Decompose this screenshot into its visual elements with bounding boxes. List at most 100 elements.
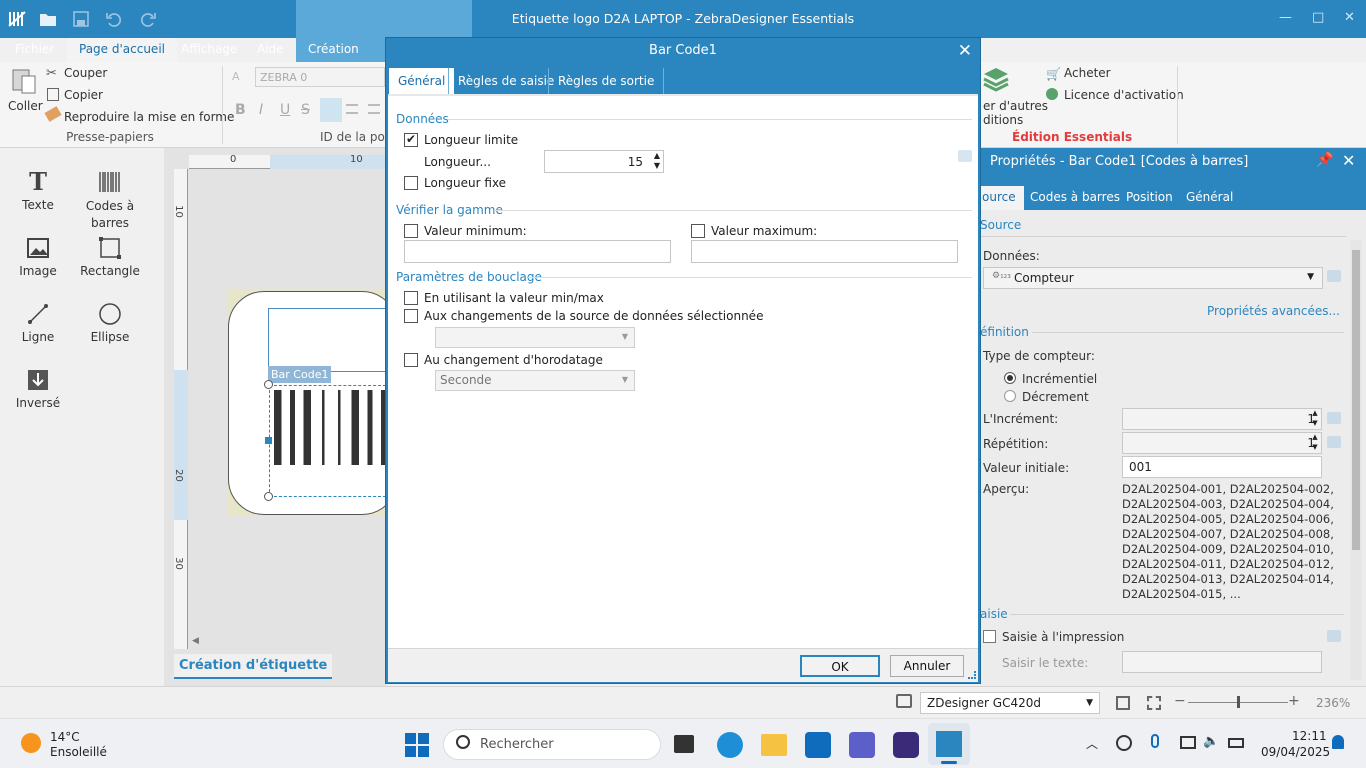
canvas-tab[interactable]: Création d'étiquette — [174, 654, 333, 679]
tool-rectangle[interactable]: Rectangle — [74, 236, 146, 278]
length-stepper[interactable]: ▲ ▼ — [654, 151, 660, 171]
align-left-icon[interactable] — [320, 98, 342, 122]
printer-combo[interactable]: ZDesigner GC420d ▼ — [920, 692, 1100, 714]
menu-affichage[interactable]: Affichage — [181, 42, 237, 56]
text-object-frame[interactable] — [268, 308, 398, 372]
resize-grip-icon[interactable] — [968, 671, 976, 679]
edge-icon[interactable] — [717, 732, 743, 758]
dialog-close-button[interactable]: ✕ — [958, 41, 972, 61]
maximize-button[interactable]: □ — [1312, 10, 1324, 25]
zebradesigner-taskbar-icon[interactable] — [928, 723, 970, 765]
increment-field[interactable]: 1 — [1122, 408, 1322, 430]
prompt-text-field[interactable] — [1122, 651, 1322, 673]
cut-button[interactable]: Couper — [64, 66, 107, 80]
bold-icon[interactable]: B — [235, 102, 246, 118]
resize-handle[interactable] — [264, 492, 273, 501]
app-icon[interactable] — [893, 732, 919, 758]
tab-position[interactable]: Position — [1126, 190, 1173, 204]
design-canvas[interactable]: 0 10 10 20 30 Bar Code1 ◀ Création d'éti… — [164, 148, 398, 686]
align-center-icon[interactable] — [346, 104, 358, 114]
clock-time[interactable]: 12:11 — [1292, 729, 1327, 743]
paste-button[interactable]: Coller — [8, 99, 43, 113]
scrollbar[interactable] — [1350, 240, 1362, 680]
notification-bell-icon[interactable] — [1332, 735, 1344, 749]
tab-output-rules[interactable]: Règles de sortie — [548, 68, 665, 94]
menu-page-accueil[interactable]: Page d'accueil — [67, 38, 177, 62]
chevron-up-icon[interactable]: ︿ — [1086, 735, 1098, 752]
cancel-button[interactable]: Annuler — [890, 655, 964, 677]
help-icon[interactable] — [1327, 412, 1341, 424]
outlook-icon[interactable] — [805, 732, 831, 758]
help-icon[interactable] — [958, 150, 972, 162]
length-field[interactable]: 15 ▲ ▼ — [544, 150, 664, 173]
help-icon[interactable] — [1327, 436, 1341, 448]
barcode-object[interactable] — [269, 385, 387, 497]
task-view-icon[interactable] — [674, 735, 694, 753]
timestamp-checkbox[interactable] — [404, 353, 418, 367]
menu-creation[interactable]: Création — [308, 42, 359, 56]
tool-text[interactable]: T Texte — [2, 170, 74, 213]
subtab-source[interactable]: Source — [980, 218, 1021, 232]
taskbar-search[interactable]: Rechercher — [443, 729, 661, 760]
tool-ellipse[interactable]: Ellipse — [74, 302, 146, 344]
minimize-button[interactable]: — — [1279, 10, 1292, 25]
fit-page-icon[interactable] — [1116, 696, 1130, 710]
display-icon[interactable] — [1180, 736, 1196, 749]
copy-button[interactable]: Copier — [64, 88, 103, 102]
initial-field[interactable]: 001 — [1122, 456, 1322, 478]
increment-stepper[interactable]: ▲ ▼ — [1307, 408, 1323, 430]
tab-barcodes[interactable]: Codes à barres — [1030, 190, 1120, 204]
scroll-left-icon[interactable]: ◀ — [192, 636, 199, 646]
weather-temp[interactable]: 14°C — [50, 730, 80, 744]
align-right-icon[interactable] — [368, 104, 380, 114]
close-window-button[interactable]: ✕ — [1344, 10, 1355, 25]
pin-icon[interactable]: 📌 — [1316, 152, 1333, 168]
start-icon[interactable] — [405, 733, 429, 757]
activation-button[interactable]: Licence d'activation — [1064, 88, 1184, 102]
weather-desc[interactable]: Ensoleillé — [50, 745, 107, 759]
clock-date[interactable]: 09/04/2025 — [1261, 745, 1330, 759]
limit-length-checkbox[interactable] — [404, 132, 418, 147]
fit-width-icon[interactable] — [1147, 696, 1161, 710]
close-panel-icon[interactable]: ✕ — [1342, 151, 1355, 170]
zoom-thumb[interactable] — [1237, 696, 1240, 708]
more-editions-button[interactable]: er d'autres ditions — [983, 99, 1048, 127]
timestamp-combo[interactable]: Seconde ▼ — [435, 370, 635, 391]
mic-icon[interactable] — [1151, 734, 1159, 748]
tab-general[interactable]: Général — [1186, 190, 1233, 204]
volume-icon[interactable]: 🔈 — [1203, 734, 1219, 749]
data-source-combo[interactable]: ⚙₁₂₃ Compteur ▼ — [983, 267, 1323, 289]
repeat-stepper[interactable]: ▲ ▼ — [1307, 432, 1323, 454]
strike-icon[interactable]: S — [301, 102, 310, 118]
underline-icon[interactable]: U — [280, 102, 290, 118]
max-value-field[interactable] — [691, 240, 958, 263]
tab-source[interactable]: ource — [980, 186, 1024, 210]
teams-icon[interactable] — [849, 732, 875, 758]
tool-line[interactable]: Ligne — [2, 302, 74, 344]
weather-sun-icon[interactable] — [21, 733, 41, 753]
tool-barcode[interactable]: Codes à barres — [74, 170, 146, 232]
source-change-checkbox[interactable] — [404, 309, 418, 323]
tool-inverse[interactable]: Inversé — [2, 368, 74, 410]
advanced-props-link[interactable]: Propriétés avancées... — [1207, 304, 1340, 318]
radio-incremental[interactable] — [1004, 372, 1016, 384]
use-minmax-checkbox[interactable] — [404, 291, 418, 305]
battery-icon[interactable] — [1228, 738, 1244, 748]
format-painter-button[interactable]: Reproduire la mise en forme — [64, 110, 234, 124]
resize-handle[interactable] — [264, 380, 273, 389]
font-combo[interactable]: ZEBRA 0 — [255, 67, 385, 87]
zoom-in-icon[interactable]: + — [1288, 693, 1300, 709]
min-value-field[interactable] — [404, 240, 671, 263]
tool-image[interactable]: Image — [2, 236, 74, 278]
tab-general[interactable]: Général — [389, 68, 455, 94]
resize-handle[interactable] — [265, 437, 272, 444]
menu-fichier[interactable]: Fichier — [15, 42, 54, 56]
menu-aide[interactable]: Aide — [257, 42, 284, 56]
scroll-thumb[interactable] — [1352, 250, 1360, 550]
help-icon[interactable] — [1327, 270, 1341, 282]
network-icon[interactable] — [1116, 735, 1132, 751]
paste-icon[interactable] — [10, 66, 38, 96]
italic-icon[interactable]: I — [259, 102, 263, 118]
zoom-out-icon[interactable]: − — [1174, 693, 1186, 709]
help-icon[interactable] — [1327, 630, 1341, 642]
